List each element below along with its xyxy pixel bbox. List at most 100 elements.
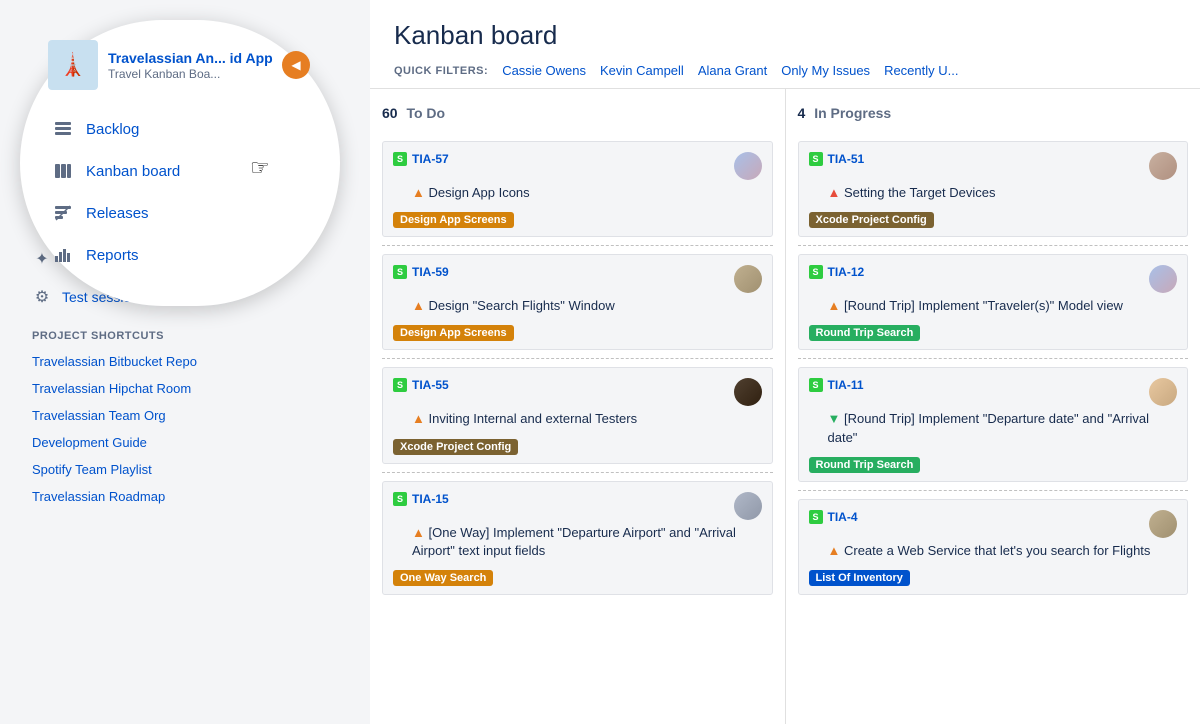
issue-label: Round Trip Search [809, 457, 921, 473]
issue-id: TIA-15 [412, 492, 449, 506]
issue-id: TIA-55 [412, 378, 449, 392]
shortcut-hipchat[interactable]: Travelassian Hipchat Room [20, 375, 350, 402]
issue-id-row: S TIA-15 [393, 492, 449, 506]
issue-id: TIA-11 [828, 378, 864, 392]
nav-label-backlog: Backlog [86, 121, 139, 138]
filter-kevin[interactable]: Kevin Campell [600, 63, 684, 78]
project-dropdown: 🗼 Travelassian An... id App Travel Kanba… [20, 20, 340, 306]
issue-type-icon: S [393, 265, 407, 279]
issue-card-tia11[interactable]: S TIA-11 ▼ [Round Trip] Implement "Depar… [798, 367, 1189, 481]
column-inprogress-header: 4 In Progress [798, 105, 1189, 129]
issue-title: ▲ Design "Search Flights" Window [412, 297, 762, 315]
column-inprogress-label: In Progress [814, 105, 891, 121]
priority-icon: ▲ [828, 543, 844, 558]
shortcut-team-org[interactable]: Travelassian Team Org [20, 402, 350, 429]
bug-icon: ⚙ [32, 287, 52, 307]
issue-id-row: S TIA-4 [809, 510, 858, 524]
nav-item-releases[interactable]: Releases [40, 192, 310, 234]
priority-icon: ▼ [828, 411, 844, 426]
column-todo-header: 60 To Do [382, 105, 773, 129]
card-header: S TIA-4 [809, 510, 1178, 538]
issue-card-tia51[interactable]: S TIA-51 ▲ Setting the Target Devices Xc… [798, 141, 1189, 237]
card-header: S TIA-15 [393, 492, 762, 520]
issue-avatar [734, 152, 762, 180]
issue-type-icon: S [809, 152, 823, 166]
column-todo-count: 60 [382, 105, 398, 121]
nav-toggle-button[interactable]: ◀ [282, 51, 310, 79]
shortcut-bitbucket[interactable]: Travelassian Bitbucket Repo [20, 348, 350, 375]
shortcuts-section-title: PROJECT SHORTCUTS [20, 316, 350, 348]
board-columns: 60 To Do S TIA-57 ▲ Design App Icons Des… [370, 89, 1200, 724]
issue-avatar [1149, 265, 1177, 293]
issue-card-tia15[interactable]: S TIA-15 ▲ [One Way] Implement "Departur… [382, 481, 773, 595]
column-inprogress-count: 4 [798, 105, 806, 121]
issue-type-icon: S [809, 510, 823, 524]
issue-id: TIA-57 [412, 152, 449, 166]
issue-title: ▲ Design App Icons [412, 184, 762, 202]
issue-id: TIA-59 [412, 265, 449, 279]
nav-label-kanban: Kanban board [86, 163, 180, 180]
issue-card-tia59[interactable]: S TIA-59 ▲ Design "Search Flights" Windo… [382, 254, 773, 350]
reports-icon [52, 244, 74, 266]
sidebar: 🗼 Travelassian An... id App Travel Kanba… [0, 0, 370, 724]
nav-item-reports[interactable]: Reports [40, 234, 310, 276]
issue-id-row: S TIA-12 [809, 265, 865, 279]
issue-card-tia57[interactable]: S TIA-57 ▲ Design App Icons Design App S… [382, 141, 773, 237]
issue-type-icon: S [809, 265, 823, 279]
issue-id: TIA-4 [828, 510, 858, 524]
issue-avatar [734, 378, 762, 406]
issue-id: TIA-51 [828, 152, 865, 166]
column-todo-label: To Do [406, 105, 445, 121]
priority-icon: ▲ [828, 298, 844, 313]
nav-label-reports: Reports [86, 247, 139, 264]
issue-title: ▲ Inviting Internal and external Testers [412, 410, 762, 428]
issue-avatar [734, 265, 762, 293]
releases-icon [52, 202, 74, 224]
column-todo: 60 To Do S TIA-57 ▲ Design App Icons Des… [370, 89, 786, 724]
issue-card-tia12[interactable]: S TIA-12 ▲ [Round Trip] Implement "Trave… [798, 254, 1189, 350]
quick-filters: QUICK FILTERS: Cassie Owens Kevin Campel… [394, 63, 1176, 78]
issue-title: ▲ [One Way] Implement "Departure Airport… [412, 524, 762, 560]
priority-icon: ▲ [412, 298, 428, 313]
issue-avatar [734, 492, 762, 520]
issue-avatar [1149, 378, 1177, 406]
issue-id-row: S TIA-55 [393, 378, 449, 392]
shortcut-dev-guide[interactable]: Development Guide [20, 429, 350, 456]
issue-type-icon: S [809, 378, 823, 392]
issue-card-tia4[interactable]: S TIA-4 ▲ Create a Web Service that let'… [798, 499, 1189, 595]
shortcut-spotify[interactable]: Spotify Team Playlist [20, 456, 350, 483]
nav-item-backlog[interactable]: Backlog [40, 108, 310, 150]
board-title: Kanban board [394, 20, 1176, 51]
nav-item-kanban[interactable]: Kanban board [40, 150, 310, 192]
shortcut-roadmap[interactable]: Travelassian Roadmap [20, 483, 350, 510]
project-subtitle: Travel Kanban Boa... [108, 67, 277, 81]
filter-alana[interactable]: Alana Grant [698, 63, 767, 78]
project-logo: 🗼 [48, 40, 98, 90]
card-header: S TIA-11 [809, 378, 1178, 406]
board-header: Kanban board QUICK FILTERS: Cassie Owens… [370, 0, 1200, 89]
issue-title: ▲ [Round Trip] Implement "Traveler(s)" M… [828, 297, 1178, 315]
issue-card-tia55[interactable]: S TIA-55 ▲ Inviting Internal and externa… [382, 367, 773, 463]
issue-type-icon: S [393, 152, 407, 166]
filter-cassie[interactable]: Cassie Owens [502, 63, 586, 78]
kanban-icon [52, 160, 74, 182]
filter-recently[interactable]: Recently U... [884, 63, 958, 78]
issue-id-row: S TIA-57 [393, 152, 449, 166]
issue-label: Round Trip Search [809, 325, 921, 341]
issue-avatar [1149, 510, 1177, 538]
issue-type-icon: S [393, 492, 407, 506]
priority-icon: ▲ [412, 411, 428, 426]
nav-label-releases: Releases [86, 205, 149, 222]
card-header: S TIA-57 [393, 152, 762, 180]
issue-label: Xcode Project Config [809, 212, 934, 228]
column-inprogress: 4 In Progress S TIA-51 ▲ Setting the Tar… [786, 89, 1200, 724]
filter-only-my-issues[interactable]: Only My Issues [781, 63, 870, 78]
priority-icon: ▲ [412, 525, 428, 540]
issue-title: ▲ Setting the Target Devices [828, 184, 1178, 202]
issue-label: Design App Screens [393, 325, 514, 341]
issue-id-row: S TIA-11 [809, 378, 864, 392]
issue-label: Design App Screens [393, 212, 514, 228]
issue-title: ▼ [Round Trip] Implement "Departure date… [828, 410, 1178, 446]
backlog-icon [52, 118, 74, 140]
project-header: 🗼 Travelassian An... id App Travel Kanba… [40, 40, 310, 90]
